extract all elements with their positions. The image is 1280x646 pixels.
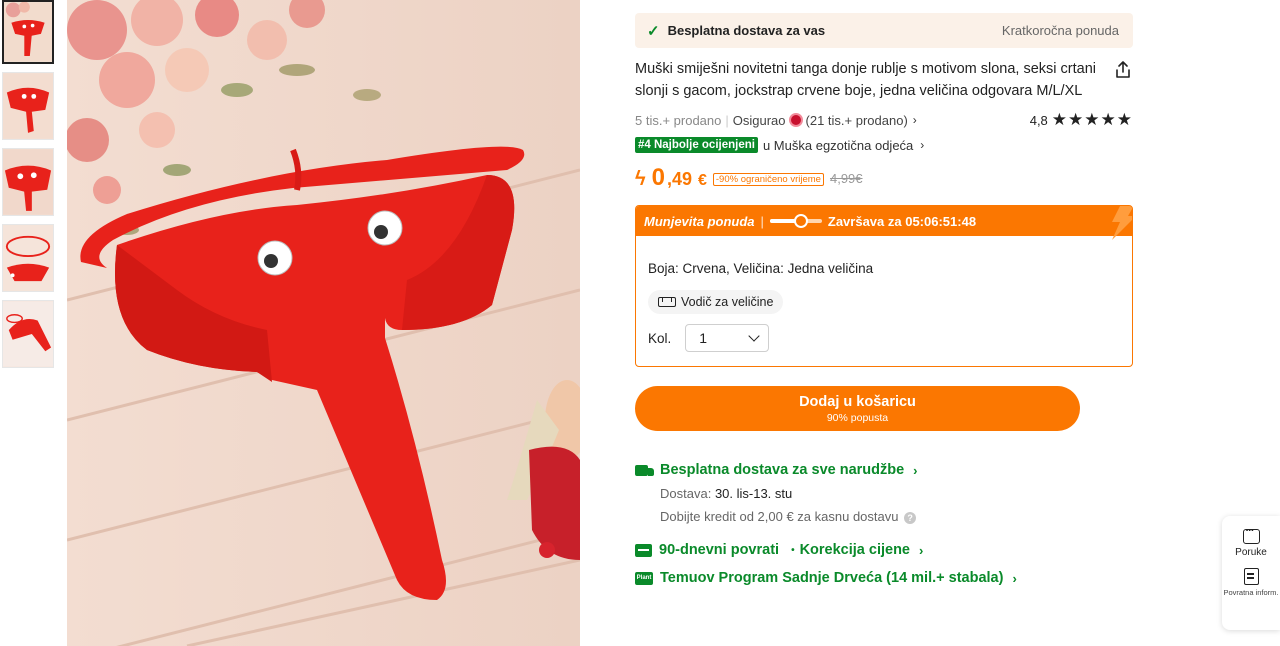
lightning-deco-icon xyxy=(1112,206,1132,240)
late-credit: Dobijte kredit od 2,00 € za kasnu dostav… xyxy=(660,509,1133,524)
chat-icon xyxy=(1242,525,1260,544)
title-row: Muški smiješni novitetni tanga donje rub… xyxy=(635,58,1133,102)
add-to-cart-label: Dodaj u košaricu xyxy=(799,393,916,410)
truck-icon xyxy=(635,464,654,476)
rank-row[interactable]: #4 Najbolje ocijenjeni u Muška egzotična… xyxy=(635,137,1133,153)
dot-separator: • xyxy=(791,544,795,556)
delivery-dates: Dostava: 30. lis-13. stu xyxy=(660,486,1133,501)
price-adjust-label: Korekcija cijene xyxy=(799,542,910,558)
product-detail-panel: ✓ Besplatna dostava za vas Kratkoročna p… xyxy=(635,13,1133,586)
promo-bar: ✓ Besplatna dostava za vas Kratkoročna p… xyxy=(635,13,1133,48)
insured-sold: (21 tis.+ prodano) xyxy=(805,112,908,128)
thumbnail-image xyxy=(3,73,53,139)
free-shipping-link[interactable]: Besplatna dostava za sve narudžbe › xyxy=(635,462,1133,478)
size-guide-button[interactable]: Vodič za veličine xyxy=(648,290,784,314)
discount-tag: -90% ograničeno vrijeme xyxy=(712,173,824,186)
thumbnail-image xyxy=(3,301,53,367)
thumbnail-gallery xyxy=(2,0,55,376)
product-title: Muški smiješni novitetni tanga donje rub… xyxy=(635,61,1096,99)
returns-link[interactable]: 90-dnevni povrati • Korekcija cijene › xyxy=(635,542,1133,558)
delivery-prefix: Dostava: xyxy=(660,486,712,501)
chevron-right-icon: › xyxy=(1012,570,1017,586)
main-product-image[interactable] xyxy=(67,0,580,646)
thumbnail-4[interactable] xyxy=(2,224,54,292)
product-photo xyxy=(67,0,580,646)
old-price: 4,99€ xyxy=(829,171,863,186)
quantity-select[interactable]: 1 xyxy=(685,324,770,352)
selected-variant[interactable]: Boja: Crvena, Veličina: Jedna veličina xyxy=(648,261,1120,276)
help-icon[interactable]: ? xyxy=(904,512,917,524)
chevron-right-icon: › xyxy=(912,113,917,127)
sold-count: 5 tis.+ prodano xyxy=(635,112,722,128)
thumbnail-1[interactable] xyxy=(2,0,54,64)
insured-label: Osigurao xyxy=(732,112,786,128)
return-icon xyxy=(635,543,652,557)
thumbnail-image xyxy=(4,2,52,62)
seller-badge-icon xyxy=(788,113,803,127)
share-icon[interactable] xyxy=(1113,60,1133,80)
chevron-right-icon: › xyxy=(919,542,924,558)
deal-header: Munjevita ponuda | Završava za 05:06:51:… xyxy=(636,206,1132,240)
insured-link[interactable]: Osigurao (21 tis.+ prodano) › xyxy=(733,113,917,128)
price-row: ϟ 0 ,49 € -90% ograničeno vrijeme 4,99€ xyxy=(635,164,1133,192)
quantity-label: Kol. xyxy=(648,330,672,346)
limited-offer-label: Kratkoročna ponuda xyxy=(1001,23,1119,38)
divider: | xyxy=(725,112,729,128)
deal-label: Munjevita ponuda xyxy=(644,213,755,229)
lightning-deal-box: Munjevita ponuda | Završava za 05:06:51:… xyxy=(635,205,1133,367)
rank-category: u Muška egzotična odjeća xyxy=(762,137,914,153)
floating-side-widget: Poruke Povratna inform. xyxy=(1222,516,1280,630)
deal-ends: Završava za 05:06:51:48 xyxy=(827,213,977,229)
clock-icon xyxy=(794,214,809,228)
divider: | xyxy=(760,213,764,229)
rank-badge: #4 Najbolje ocijenjeni xyxy=(635,137,758,153)
price-currency: € xyxy=(697,172,707,189)
thumbnail-2[interactable] xyxy=(2,72,54,140)
shipping-section: Besplatna dostava za sve narudžbe › Dost… xyxy=(635,462,1133,586)
check-icon: ✓ xyxy=(647,22,660,40)
feedback-label: Povratna inform. xyxy=(1223,588,1279,597)
plant-icon: Plant xyxy=(635,571,653,585)
promo-bar-left: ✓ Besplatna dostava za vas xyxy=(647,22,825,40)
feedback-icon xyxy=(1243,568,1259,585)
thumbnail-image xyxy=(3,149,53,215)
thumbnail-3[interactable] xyxy=(2,148,54,216)
messages-button[interactable]: Poruke xyxy=(1235,525,1267,558)
free-shipping-label: Besplatna dostava za sve narudžbe xyxy=(660,462,905,478)
feedback-button[interactable]: Povratna inform. xyxy=(1223,568,1279,597)
thumbnail-5[interactable] xyxy=(2,300,54,368)
messages-label: Poruke xyxy=(1235,547,1267,558)
chevron-right-icon: › xyxy=(920,138,925,152)
rating[interactable]: 4,8 ★★★★★ xyxy=(1030,110,1133,130)
add-to-cart-button[interactable]: Dodaj u košaricu 90% popusta xyxy=(635,386,1080,431)
deal-timer-bar xyxy=(769,214,822,228)
deal-body: Boja: Crvena, Veličina: Jedna veličina V… xyxy=(636,236,1132,366)
sales-stats: 5 tis.+ prodano | Osigurao (21 tis.+ pro… xyxy=(635,113,917,128)
ruler-icon xyxy=(658,297,676,307)
late-credit-text: Dobijte kredit od 2,00 € za kasnu dostav… xyxy=(660,509,899,524)
thumbnail-image xyxy=(3,225,53,291)
quantity-value: 1 xyxy=(699,330,708,346)
delivery-value: 30. lis-13. stu xyxy=(714,486,793,501)
size-guide-label: Vodič za veličine xyxy=(681,295,774,309)
tree-program-link[interactable]: Plant Temuov Program Sadnje Drveća (14 m… xyxy=(635,570,1133,586)
rating-value: 4,8 xyxy=(1029,112,1048,128)
star-rating-icon: ★★★★★ xyxy=(1051,110,1133,129)
add-to-cart-discount: 90% popusta xyxy=(826,411,889,424)
returns-label: 90-dnevni povrati xyxy=(659,542,780,558)
quantity-row: Kol. 1 xyxy=(648,324,1120,352)
price-decimal: ,49 xyxy=(666,169,692,189)
lightning-icon: ϟ xyxy=(635,168,646,190)
chevron-down-icon xyxy=(748,330,760,342)
price-main: 0 xyxy=(651,164,665,191)
promo-label: Besplatna dostava za vas xyxy=(667,23,826,38)
chevron-right-icon: › xyxy=(913,462,918,478)
stats-row: 5 tis.+ prodano | Osigurao (21 tis.+ pro… xyxy=(635,110,1133,130)
tree-program-label: Temuov Program Sadnje Drveća (14 mil.+ s… xyxy=(660,570,1004,586)
